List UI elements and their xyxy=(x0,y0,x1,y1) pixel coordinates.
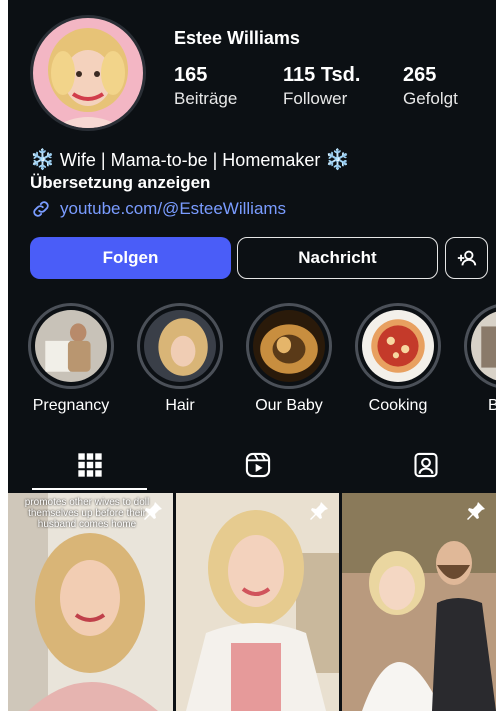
stat-following-value: 265 xyxy=(403,64,437,86)
profile-name: Estee Williams xyxy=(174,28,300,48)
message-button[interactable]: Nachricht xyxy=(237,237,438,279)
highlight-label: Pregnancy xyxy=(32,397,110,414)
highlight-cooking[interactable]: Cooking xyxy=(355,303,441,415)
highlight-cooking-image xyxy=(362,310,434,382)
stat-posts-value: 165 xyxy=(174,64,208,86)
posts-grid: promotes other wives to doll themselves … xyxy=(8,493,496,711)
profile-screen: Estee Williams 165 Beiträge 115 Tsd. Fol… xyxy=(8,0,496,711)
snowflake-icon: ❄️ xyxy=(325,149,351,171)
highlight-partial-image xyxy=(471,310,496,382)
stat-followers[interactable]: 115 Tsd. Follower xyxy=(283,64,360,109)
tagged-icon xyxy=(413,452,438,478)
highlight-partial[interactable]: Be xyxy=(464,303,496,415)
stat-posts[interactable]: 165 Beiträge xyxy=(174,64,237,109)
highlight-label: Be xyxy=(488,397,496,414)
translate-link[interactable]: Übersetzung anzeigen xyxy=(30,173,210,193)
avatar-image xyxy=(33,18,143,128)
highlight-label: Cooking xyxy=(368,397,428,414)
highlight-pregnancy[interactable]: Pregnancy xyxy=(28,303,114,415)
tab-reels[interactable] xyxy=(176,440,339,490)
profile-tabs xyxy=(8,440,496,490)
link-icon xyxy=(33,201,49,217)
grid-icon xyxy=(77,453,102,477)
profile-link[interactable]: youtube.com/@EsteeWilliams xyxy=(30,198,286,220)
stat-followers-label: Follower xyxy=(283,89,348,108)
post-tile[interactable] xyxy=(176,493,339,711)
post-image xyxy=(342,493,496,711)
snowflake-icon: ❄️ xyxy=(30,149,55,171)
tab-tagged[interactable] xyxy=(344,440,496,490)
pin-icon xyxy=(467,502,485,520)
post-tile[interactable]: promotes other wives to doll themselves … xyxy=(8,493,173,711)
highlight-pregnancy-image xyxy=(35,310,107,382)
follow-button[interactable]: Folgen xyxy=(30,237,231,279)
profile-avatar[interactable] xyxy=(30,15,146,131)
add-person-icon xyxy=(457,250,476,266)
pin-icon xyxy=(144,502,162,520)
post-image xyxy=(176,493,339,711)
stat-followers-value: 115 Tsd. xyxy=(283,64,361,86)
stat-posts-label: Beiträge xyxy=(174,89,238,108)
stat-following[interactable]: 265 Gefolgt xyxy=(403,64,458,109)
link-text: youtube.com/@EsteeWilliams xyxy=(60,199,287,218)
tab-posts[interactable] xyxy=(8,440,171,490)
bio-text: Wife | Mama-to-be | Homemaker xyxy=(59,150,321,170)
highlight-ultrasound-image xyxy=(253,310,325,382)
suggest-users-button[interactable] xyxy=(445,237,488,279)
reels-icon xyxy=(245,452,270,478)
highlight-our-baby[interactable]: Our Baby xyxy=(246,303,332,415)
highlight-label: Hair xyxy=(165,397,195,414)
pin-icon xyxy=(310,502,328,520)
post-tile[interactable] xyxy=(342,493,496,711)
highlight-label: Our Baby xyxy=(255,397,323,414)
highlight-hair-image xyxy=(144,310,216,382)
profile-bio: ❄️ Wife | Mama-to-be | Homemaker ❄️ xyxy=(30,147,350,172)
post-caption: promotes other wives to doll themselves … xyxy=(24,497,150,530)
stat-following-label: Gefolgt xyxy=(403,89,458,108)
highlight-hair[interactable]: Hair xyxy=(137,303,223,415)
